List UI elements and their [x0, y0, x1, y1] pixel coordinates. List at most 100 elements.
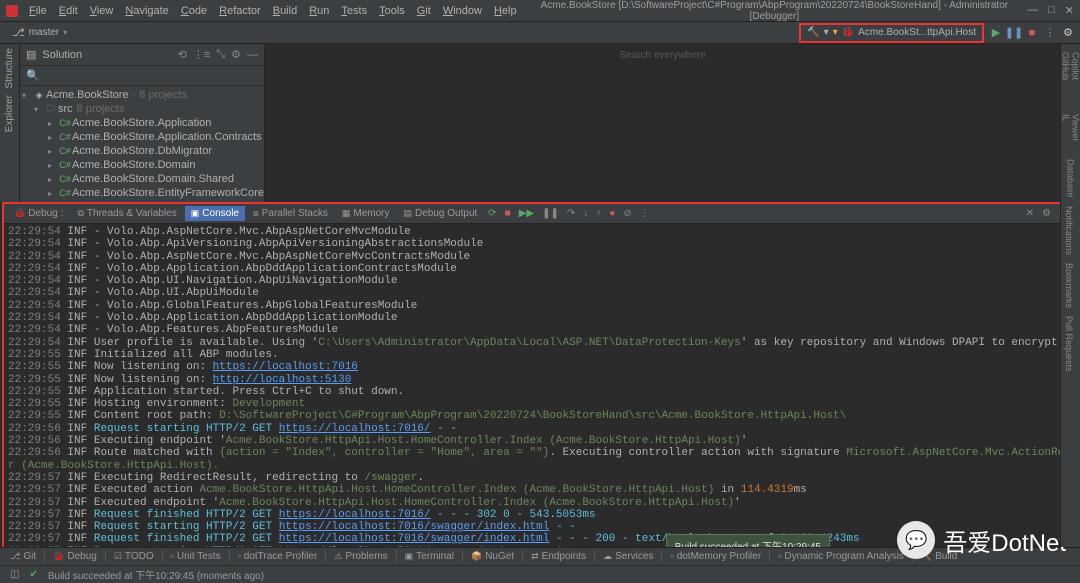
gear-icon[interactable]: ⚙	[1039, 208, 1054, 219]
chevron-down-icon[interactable]: ▾	[833, 27, 838, 38]
close-icon[interactable]: ✕	[1065, 4, 1074, 17]
status-item-debug[interactable]: 🐞Debug	[49, 551, 101, 562]
resume-icon[interactable]: ▶▶	[516, 208, 537, 219]
step-into-icon[interactable]: ↓	[580, 208, 591, 219]
database-strip[interactable]: Database	[1066, 155, 1076, 202]
project-node[interactable]: ▸C#Acme.BookStore.HttpApi	[20, 200, 264, 202]
vcs-branch-label[interactable]: master	[29, 27, 60, 38]
console-line: 22:29:57 INF Request finished HTTP/2 GET…	[8, 533, 1072, 545]
maximize-icon[interactable]: □	[1048, 4, 1055, 17]
run-configuration[interactable]: 🔨 ▾ ▾ 🐞 Acme.BookSt...ttpApi.Host	[803, 27, 980, 38]
menu-window[interactable]: Window	[438, 3, 487, 19]
explorer-icon[interactable]: Explorer	[4, 95, 15, 132]
status-item-endpoints[interactable]: ⇄Endpoints	[527, 551, 590, 562]
collapse-icon[interactable]: ⤡	[216, 48, 225, 61]
menu-refactor[interactable]: Refactor	[214, 3, 266, 19]
structure-icon[interactable]: Structure	[4, 48, 15, 89]
bookmarks-strip[interactable]: Bookmarks	[1061, 259, 1077, 312]
status-item-git[interactable]: ⎇Git	[6, 551, 40, 562]
status-item-build[interactable]: 🔨Build	[917, 551, 961, 562]
status-item-terminal[interactable]: ▣Terminal	[401, 551, 458, 562]
menu-file[interactable]: File	[24, 3, 52, 19]
stop-icon[interactable]: ■	[502, 208, 514, 219]
search-everywhere-hint[interactable]: Search everywhere	[619, 50, 705, 61]
status-item-dottrace-profiler[interactable]: ▫dotTrace Profiler	[234, 551, 322, 562]
console-line: 22:29:55 INF Now listening on: https://l…	[8, 361, 1072, 373]
menu-code[interactable]: Code	[176, 3, 212, 19]
notifications-strip[interactable]: Notifications	[1061, 202, 1077, 259]
menu-git[interactable]: Git	[412, 3, 436, 19]
project-node[interactable]: ▸C#Acme.BookStore.Domain	[20, 158, 264, 172]
minimize-icon[interactable]: —	[1027, 4, 1038, 17]
console-tab[interactable]: ▣Console	[185, 206, 245, 221]
menu-navigate[interactable]: Navigate	[120, 3, 173, 19]
close-panel-icon[interactable]: ✕	[1023, 208, 1037, 219]
menu-run[interactable]: Run	[304, 3, 334, 19]
console-line: r (Acme.BookStore.HttpApi.Host).	[8, 460, 1072, 472]
csproj-icon: C#	[58, 160, 72, 170]
more-icon[interactable]: ⋮	[637, 208, 653, 219]
search-icon: 🔍	[26, 69, 40, 82]
menu-tests[interactable]: Tests	[336, 3, 372, 19]
filter-icon[interactable]: ⋮≡	[193, 48, 210, 61]
run-config-label: Acme.BookSt...ttpApi.Host	[858, 27, 976, 38]
hide-icon[interactable]: —	[247, 49, 258, 61]
threads-icon: ⧉	[77, 208, 83, 219]
notifications-icon[interactable]: ◫	[6, 569, 23, 580]
solution-search-input[interactable]	[44, 70, 258, 81]
menu-tools[interactable]: Tools	[374, 3, 410, 19]
left-tool-strip: Structure Explorer	[0, 44, 20, 202]
solution-root[interactable]: ▾ ◈ Acme.BookStore · 8 projects	[20, 88, 264, 102]
stop-icon[interactable]: ■	[1026, 27, 1038, 39]
status-item-problems[interactable]: ⚠Problems	[330, 551, 391, 562]
step-over-icon[interactable]: ↷	[564, 208, 578, 219]
sync-icon[interactable]: ⟲	[178, 48, 187, 61]
status-item-dynamic-program-analysis[interactable]: ▫Dynamic Program Analysis	[774, 551, 908, 562]
status-item-dotmemory-profiler[interactable]: ▫dotMemory Profiler	[666, 551, 765, 562]
run-icon[interactable]: ▶	[990, 27, 1002, 39]
build-status-icon: ✔	[25, 569, 41, 580]
menu-build[interactable]: Build	[268, 3, 302, 19]
memory-tab[interactable]: ▦Memory	[336, 206, 396, 221]
console-line: 22:29:55 INF Application started. Press …	[8, 386, 1072, 398]
rerun-icon[interactable]: ⟳	[485, 208, 499, 219]
chevron-down-icon[interactable]: ▾	[824, 27, 829, 38]
threads-tab[interactable]: ⧉Threads & Variables	[71, 206, 182, 221]
project-node[interactable]: ▸C#Acme.BookStore.Application.Contracts	[20, 130, 264, 144]
breakpoint-icon[interactable]: ●	[606, 208, 618, 219]
console-output[interactable]: 22:29:54 INF - Volo.Abp.AspNetCore.Mvc.A…	[4, 224, 1076, 559]
gear-icon[interactable]: ⚙	[1062, 27, 1074, 39]
gear-icon[interactable]: ⚙	[231, 48, 241, 61]
vcs-branch-icon[interactable]: ⎇	[12, 26, 25, 39]
hammer-icon[interactable]: 🔨	[807, 27, 819, 38]
pull-requests-strip[interactable]: Pull Requests	[1061, 312, 1077, 376]
console-line: 22:29:54 INF - Volo.Abp.AspNetCore.Mvc.A…	[8, 226, 1072, 238]
solution-search: 🔍	[20, 66, 264, 86]
debug-output-tab[interactable]: ▤Debug Output	[398, 206, 484, 221]
editor-row: Structure Explorer ▤ Solution ⟲ ⋮≡ ⤡ ⚙ —…	[0, 44, 1080, 202]
status-item-todo[interactable]: ☑TODO	[110, 551, 158, 562]
parallel-stacks-tab[interactable]: ⧈Parallel Stacks	[247, 206, 334, 221]
console-line: 22:29:55 INF Now listening on: http://lo…	[8, 374, 1072, 386]
status-item-nuget[interactable]: 📦NuGet	[467, 551, 518, 562]
menu-help[interactable]: Help	[489, 3, 522, 19]
solution-tree: ▾ ◈ Acme.BookStore · 8 projects ▾ 🗀 src …	[20, 86, 264, 202]
pause-icon[interactable]: ❚❚	[1008, 27, 1020, 39]
debug-tab[interactable]: 🐞Debug:	[8, 206, 69, 221]
status-item-unit-tests[interactable]: ▫Unit Tests	[167, 551, 225, 562]
github-copilot-strip[interactable]: GitHub Copilot	[1061, 48, 1080, 100]
more-icon[interactable]: ⋮	[1044, 27, 1056, 39]
mute-breakpoints-icon[interactable]: ⊘	[620, 208, 634, 219]
chevron-down-icon[interactable]: ▾	[63, 28, 67, 37]
menu-view[interactable]: View	[85, 3, 119, 19]
menu-edit[interactable]: Edit	[54, 3, 83, 19]
status-item-services[interactable]: ☁Services	[599, 551, 657, 562]
project-node[interactable]: ▸C#Acme.BookStore.Domain.Shared	[20, 172, 264, 186]
viewer-strip[interactable]: IL Viewer	[1061, 110, 1080, 146]
project-node[interactable]: ▸C#Acme.BookStore.DbMigrator	[20, 144, 264, 158]
solution-src-folder[interactable]: ▾ 🗀 src 8 projects	[20, 102, 264, 116]
project-node[interactable]: ▸C#Acme.BookStore.Application	[20, 116, 264, 130]
step-out-icon[interactable]: ↑	[593, 208, 604, 219]
pause-icon[interactable]: ❚❚	[539, 208, 562, 219]
project-node[interactable]: ▸C#Acme.BookStore.EntityFrameworkCore	[20, 186, 264, 200]
